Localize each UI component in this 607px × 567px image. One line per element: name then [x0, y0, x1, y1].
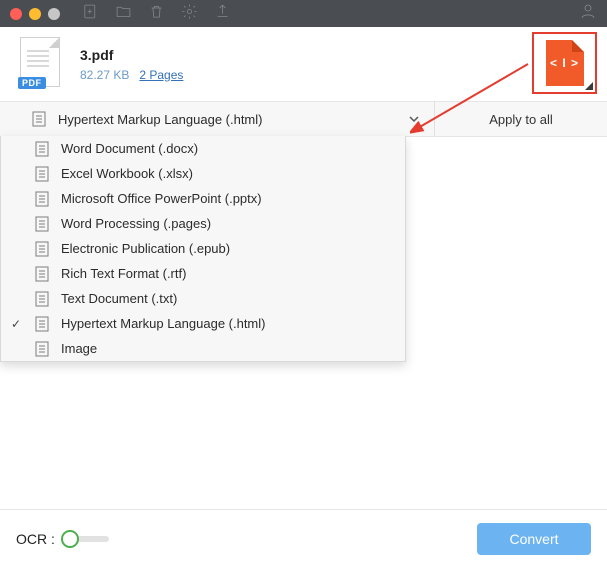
ocr-label: OCR :: [16, 531, 55, 547]
format-option-label: Rich Text Format (.rtf): [61, 266, 393, 281]
expand-corner-icon: [585, 82, 593, 90]
footer: OCR : Convert: [0, 509, 607, 567]
convert-button-label: Convert: [509, 531, 558, 547]
window-controls: [10, 8, 60, 20]
file-name: 3.pdf: [80, 47, 183, 63]
format-option-label: Word Processing (.pages): [61, 216, 393, 231]
format-option-label: Microsoft Office PowerPoint (.pptx): [61, 191, 393, 206]
maximize-window-button[interactable]: [48, 8, 60, 20]
format-option-label: Word Document (.docx): [61, 141, 393, 156]
toolbar: [82, 3, 231, 25]
document-icon: [35, 216, 49, 232]
format-select-bar: Hypertext Markup Language (.html) Apply …: [0, 101, 607, 137]
file-pages-link[interactable]: 2 Pages: [139, 68, 183, 82]
convert-button[interactable]: Convert: [477, 523, 591, 555]
format-option[interactable]: Rich Text Format (.rtf): [1, 261, 405, 286]
format-select-label: Hypertext Markup Language (.html): [58, 112, 262, 127]
format-option[interactable]: Word Processing (.pages): [1, 211, 405, 236]
format-dropdown: Word Document (.docx) Excel Workbook (.xl…: [0, 136, 406, 362]
ocr-toggle[interactable]: [61, 529, 113, 549]
format-select[interactable]: Hypertext Markup Language (.html): [0, 102, 435, 136]
close-window-button[interactable]: [10, 8, 22, 20]
document-icon: [35, 316, 49, 332]
format-option[interactable]: Text Document (.txt): [1, 286, 405, 311]
document-icon: [35, 341, 49, 357]
document-icon: [35, 141, 49, 157]
check-icon: ✓: [9, 317, 23, 331]
apply-to-all-button[interactable]: Apply to all: [435, 102, 607, 136]
annotation-highlight: < I >: [532, 32, 597, 94]
output-format-icon[interactable]: < I >: [546, 40, 584, 86]
account-icon[interactable]: [579, 7, 597, 24]
format-option-label: Electronic Publication (.epub): [61, 241, 393, 256]
format-option[interactable]: Excel Workbook (.xlsx): [1, 161, 405, 186]
document-icon: [35, 291, 49, 307]
file-row: PDF 3.pdf 82.27 KB 2 Pages: [0, 27, 607, 101]
format-option[interactable]: Electronic Publication (.epub): [1, 236, 405, 261]
document-icon: [35, 266, 49, 282]
document-icon: [35, 191, 49, 207]
add-folder-icon[interactable]: [115, 3, 132, 25]
format-option-label: Text Document (.txt): [61, 291, 393, 306]
document-icon: [32, 111, 46, 127]
titlebar: [0, 0, 607, 27]
document-icon: [35, 166, 49, 182]
format-option-label: Excel Workbook (.xlsx): [61, 166, 393, 181]
format-option[interactable]: Image: [1, 336, 405, 361]
file-size: 82.27 KB: [80, 68, 129, 82]
format-option[interactable]: ✓ Hypertext Markup Language (.html): [1, 311, 405, 336]
document-icon: [35, 241, 49, 257]
format-option-label: Image: [61, 341, 393, 356]
apply-to-all-label: Apply to all: [489, 112, 553, 127]
chevron-down-icon: [408, 113, 420, 125]
format-option-label: Hypertext Markup Language (.html): [61, 316, 393, 331]
minimize-window-button[interactable]: [29, 8, 41, 20]
pdf-badge: PDF: [18, 77, 46, 89]
add-file-icon[interactable]: [82, 3, 99, 25]
format-option[interactable]: Word Document (.docx): [1, 136, 405, 161]
html-glyph: < I >: [550, 56, 579, 70]
settings-icon[interactable]: [181, 3, 198, 25]
format-option[interactable]: Microsoft Office PowerPoint (.pptx): [1, 186, 405, 211]
file-thumbnail: PDF: [20, 37, 64, 91]
delete-icon[interactable]: [148, 3, 165, 25]
export-icon[interactable]: [214, 3, 231, 25]
